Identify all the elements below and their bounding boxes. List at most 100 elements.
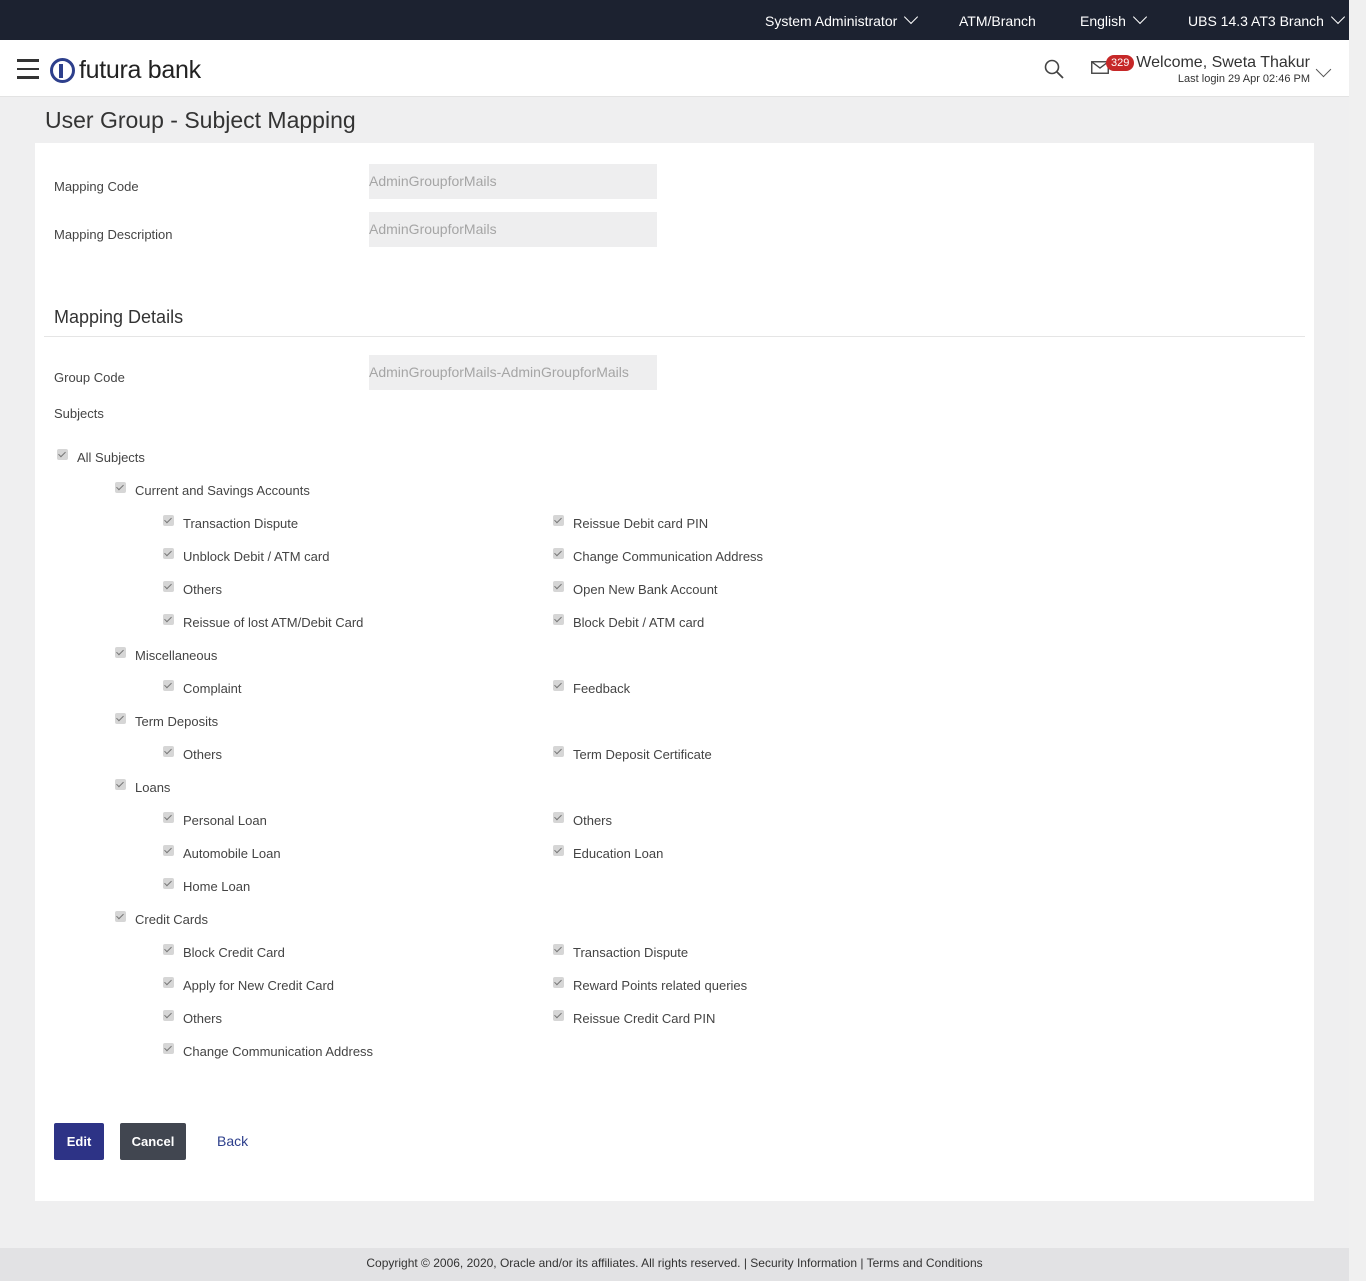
checkbox-all-subjects[interactable]: All Subjects (57, 449, 145, 465)
page-title: User Group - Subject Mapping (45, 107, 356, 133)
checkbox-subject[interactable]: Open New Bank Account (553, 581, 718, 597)
checkbox-label: Personal Loan (183, 813, 267, 828)
chevron-down-icon (1132, 9, 1147, 25)
mapping-code-label: Mapping Code (54, 179, 139, 194)
checkbox-subject[interactable]: Change Communication Address (163, 1043, 374, 1059)
last-login: Last login 29 Apr 02:46 PM (1177, 73, 1310, 85)
chevron-down-icon (1330, 9, 1346, 25)
checked-icon (115, 779, 126, 790)
checkbox-subject[interactable]: Reissue Credit Card PIN (553, 1010, 716, 1026)
branch-dropdown[interactable]: UBS 14.3 AT3 Branch (1188, 9, 1346, 29)
checked-icon (553, 581, 564, 592)
checked-icon (163, 1010, 174, 1021)
checkbox-subject[interactable]: Block Credit Card (163, 944, 285, 960)
checked-icon (163, 548, 174, 559)
checkbox-subject[interactable]: Unblock Debit / ATM card (163, 548, 330, 564)
checked-icon (553, 515, 564, 526)
checked-icon (115, 911, 126, 922)
checkbox-label: Term Deposits (135, 714, 219, 729)
role-dropdown[interactable]: System Administrator (765, 9, 919, 29)
mapping-description-label: Mapping Description (54, 227, 173, 242)
checked-icon (163, 977, 174, 988)
checked-icon (115, 482, 126, 493)
checked-icon (553, 944, 564, 955)
checkbox-subject[interactable]: Reissue of lost ATM/Debit Card (163, 614, 364, 630)
checkbox-category-loans[interactable]: Loans (115, 779, 170, 795)
checkbox-subject[interactable]: Change Communication Address (553, 548, 764, 564)
checkbox-label: All Subjects (77, 450, 145, 465)
checkbox-subject[interactable]: Block Debit / ATM card (553, 614, 705, 630)
checkbox-category-misc[interactable]: Miscellaneous (115, 647, 217, 663)
language-label: English (1080, 13, 1126, 29)
checkbox-subject[interactable]: Complaint (163, 680, 242, 696)
checkbox-subject[interactable]: Others (553, 812, 613, 828)
checkbox-subject[interactable]: Others (163, 746, 223, 762)
divider (44, 336, 1305, 337)
edit-button[interactable]: Edit (54, 1123, 104, 1160)
checkbox-subject[interactable]: Education Loan (553, 845, 664, 861)
checked-icon (553, 845, 564, 856)
scrollbar[interactable] (1349, 0, 1366, 1281)
checkbox-label: Others (183, 747, 223, 762)
checkbox-subject[interactable]: Feedback (553, 680, 630, 696)
checked-icon (163, 680, 174, 691)
checked-icon (115, 713, 126, 724)
checked-icon (163, 1043, 174, 1054)
checkbox-subject[interactable]: Automobile Loan (163, 845, 281, 861)
checkbox-label: Block Debit / ATM card (573, 615, 705, 630)
mail-count-badge: 329 (1106, 55, 1135, 71)
checkbox-subject[interactable]: Home Loan (163, 878, 250, 894)
checked-icon (553, 746, 564, 757)
checked-icon (553, 614, 564, 625)
checkbox-label: Reissue Debit card PIN (573, 516, 709, 531)
atm-branch-link[interactable]: ATM/Branch (959, 13, 1036, 29)
checked-icon (553, 812, 564, 823)
checkbox-category-cc[interactable]: Credit Cards (115, 911, 208, 927)
checked-icon (163, 812, 174, 823)
checked-icon (163, 515, 174, 526)
menu-icon[interactable] (17, 59, 39, 79)
branch-label: UBS 14.3 AT3 Branch (1188, 13, 1324, 29)
checkbox-subject[interactable]: Others (163, 581, 222, 597)
checked-icon (115, 647, 126, 658)
header: futura bank 329 Welcome, Sweta Thakur La… (0, 40, 1349, 97)
checkbox-label: Education Loan (573, 846, 664, 861)
checkbox-label: Apply for New Credit Card (183, 978, 334, 993)
section-title: Mapping Details (54, 307, 184, 327)
checkbox-category-td[interactable]: Term Deposits (115, 713, 219, 729)
checkbox-label: Complaint (183, 681, 242, 696)
checkbox-label: Open New Bank Account (573, 582, 718, 597)
checkbox-label: Reissue of lost ATM/Debit Card (183, 615, 364, 630)
chevron-down-icon (904, 9, 919, 25)
checkbox-label: Reissue Credit Card PIN (573, 1011, 716, 1026)
chevron-down-icon[interactable] (1315, 61, 1332, 78)
checkbox-label: Unblock Debit / ATM card (183, 549, 330, 564)
checkbox-subject[interactable]: Reward Points related queries (553, 977, 747, 993)
checked-icon (553, 977, 564, 988)
checkbox-subject[interactable]: Apply for New Credit Card (163, 977, 334, 993)
checked-icon (163, 614, 174, 625)
checkbox-category-casa[interactable]: Current and Savings Accounts (115, 482, 310, 498)
checked-icon (553, 1010, 564, 1021)
checkbox-subject[interactable]: Reissue Debit card PIN (553, 515, 709, 531)
checkbox-label: Others (573, 813, 613, 828)
search-icon[interactable] (1044, 59, 1064, 79)
group-code-field: AdminGroupforMails-AdminGroupforMails (369, 355, 657, 390)
checkbox-label: Change Communication Address (573, 549, 764, 564)
cancel-button[interactable]: Cancel (120, 1123, 186, 1160)
checkbox-subject[interactable]: Transaction Dispute (553, 944, 688, 960)
role-label: System Administrator (765, 13, 898, 29)
checkbox-subject[interactable]: Others (163, 1010, 222, 1026)
checkbox-label: Change Communication Address (183, 1044, 374, 1059)
user-menu[interactable]: Welcome, Sweta Thakur Last login 29 Apr … (1136, 54, 1310, 85)
checked-icon (163, 581, 174, 592)
checked-icon (163, 845, 174, 856)
checkbox-subject[interactable]: Personal Loan (163, 812, 267, 828)
checkbox-subject[interactable]: Transaction Dispute (163, 515, 298, 531)
bank-logo[interactable]: futura bank (50, 56, 201, 85)
checkbox-subject[interactable]: Term Deposit Certificate (553, 746, 712, 762)
checked-icon (553, 548, 564, 559)
language-dropdown[interactable]: English (1080, 9, 1147, 29)
welcome-text: Welcome, Sweta Thakur (1136, 54, 1310, 71)
back-link[interactable]: Back (217, 1133, 248, 1149)
